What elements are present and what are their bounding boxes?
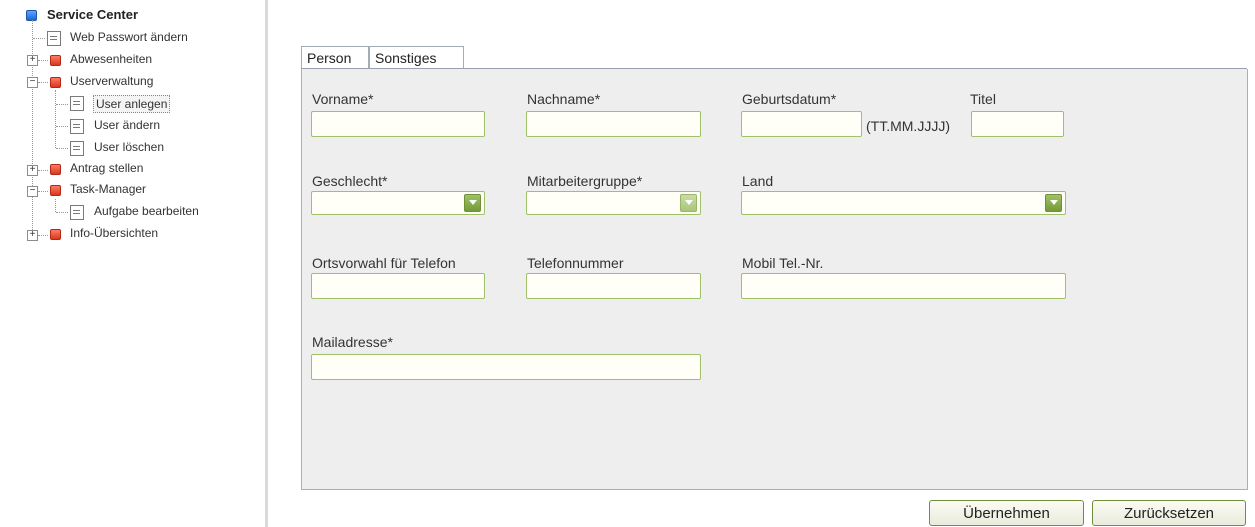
telefonnummer-input[interactable] (526, 273, 701, 299)
sidebar-divider (265, 0, 268, 527)
mobil-input[interactable] (741, 273, 1066, 299)
expand-icon[interactable]: + (27, 165, 38, 176)
folder-icon (50, 77, 61, 88)
uebernehmen-button[interactable]: Übernehmen (929, 500, 1084, 526)
tree-item-antrag-stellen[interactable]: Antrag stellen (70, 161, 143, 175)
collapse-icon[interactable]: − (27, 186, 38, 197)
tree-item-user-aendern[interactable]: User ändern (94, 118, 160, 132)
mailadresse-label: Mailadresse* (312, 334, 393, 350)
telefonnummer-label: Telefonnummer (527, 255, 624, 271)
geschlecht-label: Geschlecht* (312, 173, 388, 189)
document-icon (70, 205, 84, 220)
tree-item-userverwaltung[interactable]: Userverwaltung (70, 74, 153, 88)
tree-item-abwesenheiten[interactable]: Abwesenheiten (70, 52, 152, 66)
tree-line (38, 82, 48, 83)
geburtsdatum-input[interactable] (741, 111, 862, 137)
mobil-label: Mobil Tel.-Nr. (742, 255, 824, 271)
titel-label: Titel (970, 91, 996, 107)
tree-line (55, 199, 56, 212)
navigation-tree: Service Center Web Passwort ändern + Abw… (0, 0, 265, 527)
land-label: Land (742, 173, 774, 189)
folder-icon (50, 229, 61, 240)
tree-item-user-anlegen[interactable]: User anlegen (93, 95, 171, 113)
document-icon (70, 119, 84, 134)
document-icon (70, 96, 84, 111)
tree-line (32, 20, 33, 234)
tree-item-task-manager[interactable]: Task-Manager (70, 182, 146, 196)
date-format-hint: (TT.MM.JJJJ) (866, 118, 950, 134)
mitarbeitergruppe-label: Mitarbeitergruppe* (527, 173, 643, 189)
tree-line (33, 38, 45, 39)
expand-icon[interactable]: + (27, 230, 38, 241)
tree-line (55, 90, 56, 148)
land-select[interactable] (741, 191, 1066, 215)
tree-line (56, 126, 68, 127)
document-icon (47, 31, 61, 46)
tab-person[interactable]: Person (301, 46, 369, 70)
folder-icon (50, 55, 61, 66)
tree-line (38, 191, 48, 192)
document-icon (70, 141, 84, 156)
tree-root-label: Service Center (47, 7, 139, 22)
folder-icon (50, 164, 61, 175)
chevron-down-icon[interactable] (1045, 194, 1062, 212)
nachname-input[interactable] (526, 111, 701, 137)
chevron-down-icon[interactable] (464, 194, 481, 212)
tree-line (38, 235, 48, 236)
ortsvorwahl-input[interactable] (311, 273, 485, 299)
tab-sonstiges[interactable]: Sonstiges (369, 46, 464, 69)
tree-line (56, 148, 68, 149)
folder-icon (50, 185, 61, 196)
expand-icon[interactable]: + (27, 55, 38, 66)
zuruecksetzen-button[interactable]: Zurücksetzen (1092, 500, 1246, 526)
tree-line (56, 104, 68, 105)
ortsvorwahl-label: Ortsvorwahl für Telefon (312, 255, 456, 271)
tree-line (56, 212, 68, 213)
mitarbeitergruppe-select[interactable] (526, 191, 701, 215)
vorname-input[interactable] (311, 111, 485, 137)
chevron-down-icon[interactable] (680, 194, 697, 212)
mailadresse-input[interactable] (311, 354, 701, 380)
tree-line (38, 60, 48, 61)
vorname-label: Vorname* (312, 91, 374, 107)
tree-item-aufgabe-bearbeiten[interactable]: Aufgabe bearbeiten (94, 204, 199, 218)
geburtsdatum-label: Geburtsdatum* (742, 91, 837, 107)
tree-item-web-passwort[interactable]: Web Passwort ändern (70, 30, 188, 44)
titel-input[interactable] (971, 111, 1064, 137)
geschlecht-select[interactable] (311, 191, 485, 215)
tree-item-user-loeschen[interactable]: User löschen (94, 140, 164, 154)
nachname-label: Nachname* (527, 91, 601, 107)
collapse-icon[interactable]: − (27, 77, 38, 88)
tree-item-info-uebersichten[interactable]: Info-Übersichten (70, 226, 158, 240)
tree-line (38, 170, 48, 171)
